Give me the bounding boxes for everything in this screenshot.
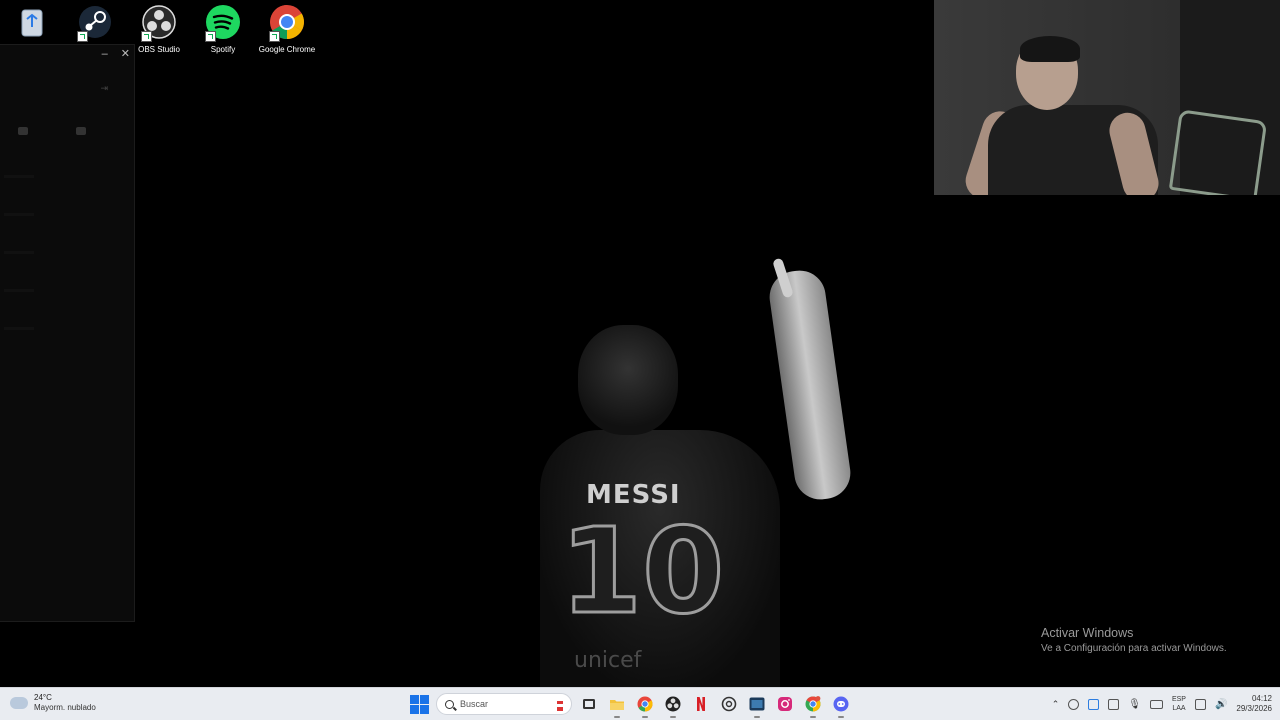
file-explorer-icon	[610, 700, 624, 710]
task-view-button[interactable]	[578, 693, 600, 715]
steam-taskbar-icon	[749, 697, 765, 711]
chatgpt-icon	[721, 696, 737, 712]
system-clock[interactable]: 04:12 29/3/2026	[1236, 694, 1272, 714]
taskbar-app-file-explorer[interactable]	[606, 693, 628, 718]
task-view-icon	[583, 699, 595, 709]
weather-condition: Mayorm. nublado	[34, 703, 96, 712]
taskbar-app-steam[interactable]	[746, 693, 768, 718]
display-icon[interactable]	[1194, 698, 1206, 710]
desktop-icon-label: Spotify	[210, 45, 236, 54]
webcam-chair	[1168, 109, 1268, 195]
desktop-icon-recycle-bin[interactable]	[0, 4, 64, 45]
wallpaper-shirt-sponsor: unicef	[574, 648, 642, 673]
weather-widget[interactable]: 24°C Mayorm. nublado	[6, 693, 96, 713]
chrome-taskbar-icon	[637, 696, 653, 712]
taskbar-app-instagram[interactable]	[774, 693, 796, 715]
google-chrome-icon	[269, 4, 305, 42]
clock-time: 04:12	[1251, 694, 1272, 703]
list-item	[4, 213, 34, 216]
add-friend-icon[interactable]	[76, 127, 86, 135]
system-tray: ⌃ 🎙 ESP LAA 🔊 04:12 29/3/2026	[1052, 691, 1272, 717]
taskbar-app-chrome[interactable]	[634, 693, 656, 718]
taskbar-center: Buscar	[408, 692, 852, 718]
activate-windows-watermark: Activar Windows Ve a Configuración para …	[1041, 626, 1227, 654]
close-button[interactable]: ✕	[121, 48, 130, 60]
start-button[interactable]	[408, 693, 430, 715]
webcam-overlay	[934, 0, 1280, 195]
minimize-button[interactable]: –	[102, 48, 108, 60]
shortcut-arrow-icon	[205, 31, 216, 42]
shortcut-arrow-icon	[141, 31, 152, 42]
watermark-subtitle: Ve a Configuración para activar Windows.	[1041, 643, 1227, 654]
spotify-icon	[205, 4, 241, 42]
list-item	[4, 251, 34, 254]
desktop-icon-chrome[interactable]: Google Chrome	[255, 4, 319, 54]
obs-studio-icon	[141, 4, 177, 42]
search-icon	[445, 699, 454, 709]
taskbar-app-obs[interactable]	[662, 693, 684, 718]
desktop-icon-label: Google Chrome	[258, 45, 316, 54]
microphone-icon[interactable]: 🎙	[1128, 699, 1141, 710]
desktop-icon-label: OBS Studio	[138, 45, 180, 54]
search-placeholder: Buscar	[460, 699, 489, 709]
webcam-person-hair	[1020, 36, 1080, 62]
tray-app-icon[interactable]	[1088, 698, 1100, 710]
language-indicator[interactable]: ESP LAA	[1172, 695, 1186, 713]
language-code: ESP	[1171, 696, 1186, 703]
window-controls: – ✕	[92, 47, 130, 60]
shortcut-arrow-icon	[269, 31, 280, 42]
list-item	[4, 327, 34, 330]
show-hidden-icons-chevron-icon[interactable]: ⌃	[1052, 699, 1060, 710]
collapse-panel-icon[interactable]: ⇥	[100, 83, 108, 94]
wallpaper-player-number: 10	[558, 502, 725, 640]
instagram-icon	[778, 697, 792, 711]
desktop-icon-steam[interactable]	[63, 4, 127, 45]
clock-date: 29/3/2026	[1236, 704, 1272, 713]
side-panel-window: – ✕ ⇥	[0, 44, 135, 622]
obs-taskbar-icon	[665, 696, 681, 712]
list-item	[4, 289, 34, 292]
chat-icon[interactable]	[18, 127, 28, 135]
desktop-icon-spotify[interactable]: Spotify	[191, 4, 255, 54]
netflix-icon	[697, 697, 705, 711]
network-off-icon[interactable]	[1068, 698, 1080, 710]
taskbar-search-box[interactable]: Buscar	[436, 693, 572, 715]
usb-device-icon[interactable]	[1108, 698, 1120, 710]
list-item	[4, 175, 34, 178]
taskbar-app-netflix[interactable]	[690, 693, 712, 715]
desktop-wallpaper: MESSI 10 unicef	[520, 250, 860, 688]
keyboard-icon[interactable]	[1149, 699, 1163, 709]
weather-cloudy-icon	[6, 693, 28, 709]
steam-icon	[77, 4, 113, 42]
volume-icon[interactable]: 🔊	[1215, 699, 1227, 710]
taskbar-app-chatgpt[interactable]	[718, 693, 740, 715]
discord-icon	[833, 696, 849, 712]
wallpaper-player-arm	[766, 267, 854, 503]
search-highlight-lighthouse-icon	[557, 697, 563, 711]
keyboard-layout: LAA	[1172, 705, 1186, 712]
chrome-profile-icon	[805, 696, 821, 712]
weather-temperature: 24°C	[34, 693, 52, 702]
windows-logo-icon	[409, 694, 419, 704]
watermark-title: Activar Windows	[1041, 626, 1134, 640]
taskbar-app-chrome-profile[interactable]	[802, 693, 824, 718]
taskbar-app-discord[interactable]	[830, 693, 852, 718]
shortcut-arrow-icon	[77, 31, 88, 42]
taskbar: 24°C Mayorm. nublado Buscar ⌃ 🎙 ESP LAA …	[0, 687, 1280, 720]
recycle-bin-icon	[14, 4, 50, 40]
wallpaper-player-head	[578, 325, 678, 435]
desktop-icon-obs[interactable]: OBS Studio	[127, 4, 191, 54]
